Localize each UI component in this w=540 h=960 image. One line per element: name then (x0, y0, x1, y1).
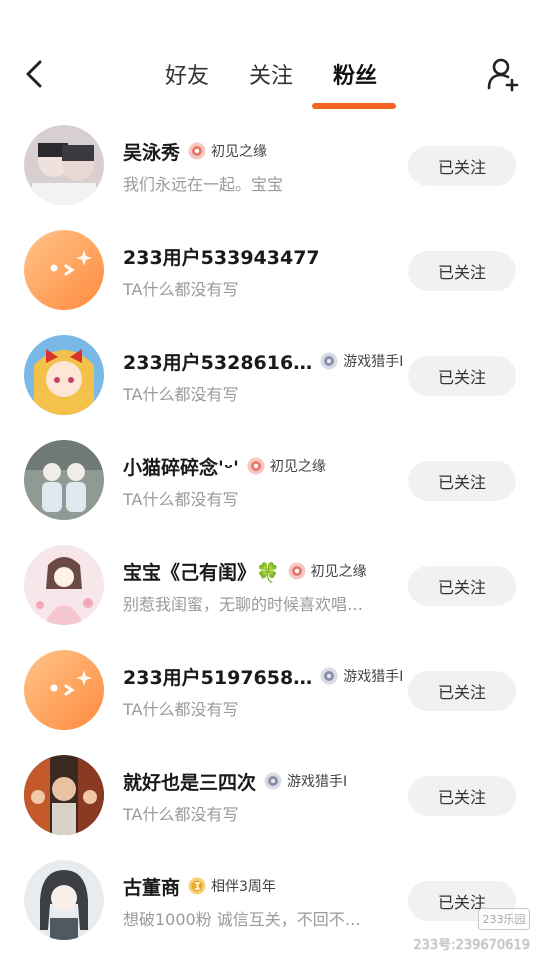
list-item: 233用户533943477 TA什么都没有写 已关注 (0, 220, 540, 325)
following-button[interactable]: 已关注 (408, 356, 516, 396)
first-meet-badge-icon (188, 142, 206, 160)
badge-label: 相伴3周年 (211, 879, 276, 895)
tab-following[interactable]: 关注 (246, 58, 296, 90)
fan-name[interactable]: 宝宝《己有闺》🍀 (123, 558, 280, 585)
first-meet-badge-icon (288, 562, 306, 580)
badge-label: 初见之缘 (310, 564, 367, 580)
back-arrow-icon[interactable] (18, 56, 54, 92)
fan-bio: TA什么都没有写 (123, 385, 239, 404)
following-button[interactable]: 已关注 (408, 146, 516, 186)
badge-label: 游戏猎手I (343, 354, 404, 370)
badge-label: 初见之缘 (211, 144, 268, 160)
fan-bio: TA什么都没有写 (123, 805, 239, 824)
badge-label: 游戏猎手I (343, 669, 404, 685)
following-button[interactable]: 已关注 (408, 671, 516, 711)
fan-name[interactable]: 233用户5197658… (123, 663, 312, 690)
fan-name[interactable]: 古董商 (123, 873, 180, 900)
first-meet-badge-icon (247, 457, 265, 475)
avatar[interactable] (24, 545, 104, 625)
badge-label: 游戏猎手I (287, 774, 348, 790)
fan-bio: 别惹我闺蜜，无聊的时候喜欢唱… (123, 595, 364, 614)
fan-bio: TA什么都没有写 (123, 700, 239, 719)
top-bar: 好友 关注 粉丝 (0, 0, 540, 115)
default-avatar[interactable] (24, 230, 104, 310)
fan-name[interactable]: 就好也是三四次 (123, 768, 256, 795)
following-button[interactable]: 已关注 (408, 461, 516, 501)
fan-name[interactable]: 吴泳秀 (123, 138, 180, 165)
tab-friends[interactable]: 好友 (162, 58, 212, 90)
fan-bio: TA什么都没有写 (123, 490, 239, 509)
list-item: 233用户5197658… 游戏猎手I TA什么都没有写 已关注 (0, 640, 540, 745)
avatar[interactable] (24, 125, 104, 205)
list-item: 就好也是三四次 游戏猎手I TA什么都没有写 已关注 (0, 745, 540, 850)
user-badge: 初见之缘 (247, 456, 326, 476)
fan-name[interactable]: 233用户533943477 (123, 243, 320, 270)
tab-fans[interactable]: 粉丝 (330, 58, 380, 90)
fan-name[interactable]: 233用户5328616… (123, 348, 312, 375)
watermark-id: 233号:239670619 (413, 938, 530, 953)
user-badge: 相伴3周年 (188, 876, 276, 896)
avatar[interactable] (24, 860, 104, 940)
fan-bio: 想破1000粉 诚信互关，不回不… (123, 910, 361, 929)
fan-name[interactable]: 小猫碎碎念'ᵕ' (123, 453, 239, 480)
badge-label: 初见之缘 (269, 459, 326, 475)
game-hunter-badge-icon (264, 772, 282, 790)
fans-list: 吴泳秀 初见之缘 我们永远在一起。宝宝 已关注 233用户533943477 T… (0, 115, 540, 955)
avatar[interactable] (24, 335, 104, 415)
list-item: 小猫碎碎念'ᵕ' 初见之缘 TA什么都没有写 已关注 (0, 430, 540, 535)
user-badge: 游戏猎手I (264, 771, 347, 791)
list-item: 233用户5328616… 游戏猎手I TA什么都没有写 已关注 (0, 325, 540, 430)
avatar[interactable] (24, 440, 104, 520)
following-button[interactable]: 已关注 (408, 776, 516, 816)
game-hunter-badge-icon (320, 352, 338, 370)
user-badge: 游戏猎手I (320, 666, 403, 686)
user-badge: 初见之缘 (188, 141, 267, 161)
fan-bio: TA什么都没有写 (123, 280, 239, 299)
list-item: 宝宝《己有闺》🍀 初见之缘 别惹我闺蜜，无聊的时候喜欢唱… 已关注 (0, 535, 540, 640)
fan-bio: 我们永远在一起。宝宝 (123, 175, 284, 194)
user-badge: 游戏猎手I (320, 351, 403, 371)
following-button[interactable]: 已关注 (408, 251, 516, 291)
avatar[interactable] (24, 755, 104, 835)
game-hunter-badge-icon (320, 667, 338, 685)
default-avatar[interactable] (24, 650, 104, 730)
anniversary-badge-icon (188, 877, 206, 895)
user-badge: 初见之缘 (288, 561, 367, 581)
active-tab-indicator (312, 103, 396, 109)
list-item: 吴泳秀 初见之缘 我们永远在一起。宝宝 已关注 (0, 115, 540, 220)
following-button[interactable]: 已关注 (408, 566, 516, 606)
watermark-logo: 233乐园 (478, 908, 530, 930)
add-friend-icon[interactable] (484, 54, 524, 94)
